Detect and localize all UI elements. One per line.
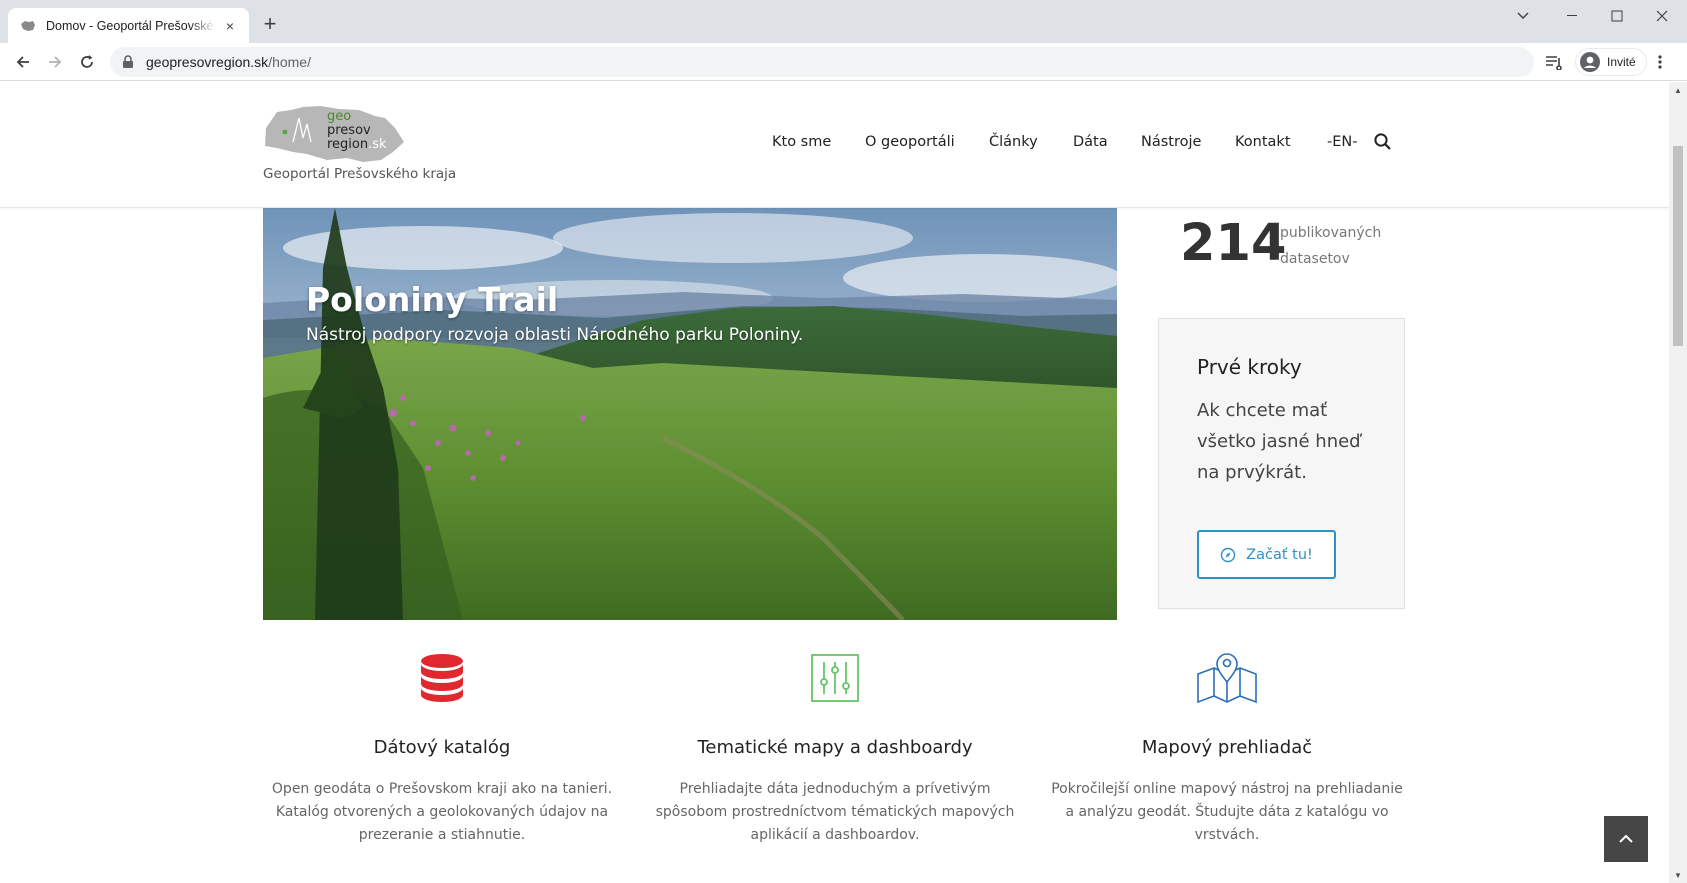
back-arrow-icon[interactable] xyxy=(9,48,37,76)
nav-nastroje[interactable]: Nástroje xyxy=(1141,134,1201,150)
dataset-count-label: publikovaných datasetov xyxy=(1280,225,1382,267)
site-tagline: Geoportál Prešovského kraja xyxy=(263,166,457,182)
lock-icon[interactable] xyxy=(122,55,136,69)
feature-text: Open geodáta o Prešovskom kraji ako na t… xyxy=(271,781,613,843)
site-favicon-icon xyxy=(20,18,36,34)
page-scrollbar[interactable]: ▲ ▼ xyxy=(1669,82,1687,883)
first-steps-card: Prvé kroky Ak chcete mať všetko jasné hn… xyxy=(1158,318,1405,609)
page-viewport: geo presov region.sk Geoportál Prešovské… xyxy=(0,82,1669,883)
logo-line-geo: geo xyxy=(327,109,352,124)
feature-title: Dátový katalóg xyxy=(373,737,511,758)
browser-tab[interactable]: Domov - Geoportál Prešovského × xyxy=(8,8,249,43)
hero-banner[interactable]: Poloniny Trail Nástroj podpory rozvoja o… xyxy=(263,208,1117,620)
feature-map-viewer[interactable]: Mapový prehliadač Pokročilejší online ma… xyxy=(1047,652,1407,847)
feature-title: Mapový prehliadač xyxy=(1141,737,1313,758)
map-pin-icon xyxy=(1197,653,1257,704)
url-text: geopresovregion.sk/home/ xyxy=(146,54,311,70)
browser-toolbar: geopresovregion.sk/home/ Invité xyxy=(0,43,1687,81)
nav-data[interactable]: Dáta xyxy=(1073,134,1108,150)
feature-thematic-maps[interactable]: Tematické mapy a dashboardy Prehliadajte… xyxy=(655,652,1015,847)
feature-text: Pokročilejší online mapový nástroj na pr… xyxy=(1051,781,1403,843)
database-icon xyxy=(421,654,463,702)
nav-clanky[interactable]: Články xyxy=(989,134,1038,150)
start-here-label: Začať tu! xyxy=(1246,546,1313,563)
scroll-down-arrow-icon[interactable]: ▼ xyxy=(1669,867,1687,883)
nav-kto-sme[interactable]: Kto sme xyxy=(772,134,831,150)
address-bar[interactable]: geopresovregion.sk/home/ xyxy=(110,47,1534,77)
tab-close-icon[interactable]: × xyxy=(221,17,239,35)
browser-tabstrip: Domov - Geoportál Prešovského × + xyxy=(0,0,1687,43)
start-here-button[interactable]: Začať tu! xyxy=(1197,530,1336,579)
hero-title: Poloniny Trail xyxy=(306,280,559,319)
nav-o-geoportali[interactable]: O geoportáli xyxy=(865,134,955,150)
nav-language-en[interactable]: -EN- xyxy=(1327,134,1357,150)
profile-button[interactable]: Invité xyxy=(1575,48,1647,76)
reading-list-icon[interactable] xyxy=(1545,48,1563,76)
close-window-icon[interactable] xyxy=(1639,4,1685,28)
reload-icon[interactable] xyxy=(73,48,101,76)
scrollbar-thumb[interactable] xyxy=(1673,146,1683,346)
dataset-count: 214 xyxy=(1180,214,1287,273)
forward-arrow-icon[interactable] xyxy=(41,48,69,76)
feature-data-catalog[interactable]: Dátový katalóg Open geodáta o Prešovskom… xyxy=(262,652,622,847)
scroll-up-arrow-icon[interactable]: ▲ xyxy=(1669,82,1687,98)
site-header: geo presov region.sk Geoportál Prešovské… xyxy=(0,82,1669,208)
new-tab-button[interactable]: + xyxy=(258,11,282,36)
back-to-top-button[interactable] xyxy=(1604,816,1648,862)
first-steps-text: Ak chcete mať všetko jasné hneď na prvýk… xyxy=(1197,400,1361,483)
profile-label: Invité xyxy=(1607,55,1636,69)
hero-subtitle: Nástroj podpory rozvoja oblasti Národnéh… xyxy=(306,325,804,345)
tab-title: Domov - Geoportál Prešovského xyxy=(46,18,215,33)
feature-title: Tematické mapy a dashboardy xyxy=(697,737,973,758)
chevron-up-icon xyxy=(1619,834,1633,843)
avatar-icon xyxy=(1580,52,1600,72)
tab-search-icon[interactable] xyxy=(1500,4,1546,28)
search-icon[interactable] xyxy=(1373,132,1393,152)
minimize-icon[interactable] xyxy=(1549,4,1595,28)
feature-text: Prehliadajte dáta jednoduchým a prívetiv… xyxy=(655,781,1015,843)
sliders-icon xyxy=(811,654,859,702)
main-navigation: Kto sme O geoportáli Články Dáta Nástroj… xyxy=(0,134,1669,158)
first-steps-title: Prvé kroky xyxy=(1197,355,1302,379)
hero-landscape-image xyxy=(263,208,1117,620)
browser-menu-icon[interactable] xyxy=(1658,48,1662,76)
compass-icon xyxy=(1220,547,1236,562)
nav-kontakt[interactable]: Kontakt xyxy=(1235,134,1291,150)
maximize-icon[interactable] xyxy=(1594,4,1640,28)
